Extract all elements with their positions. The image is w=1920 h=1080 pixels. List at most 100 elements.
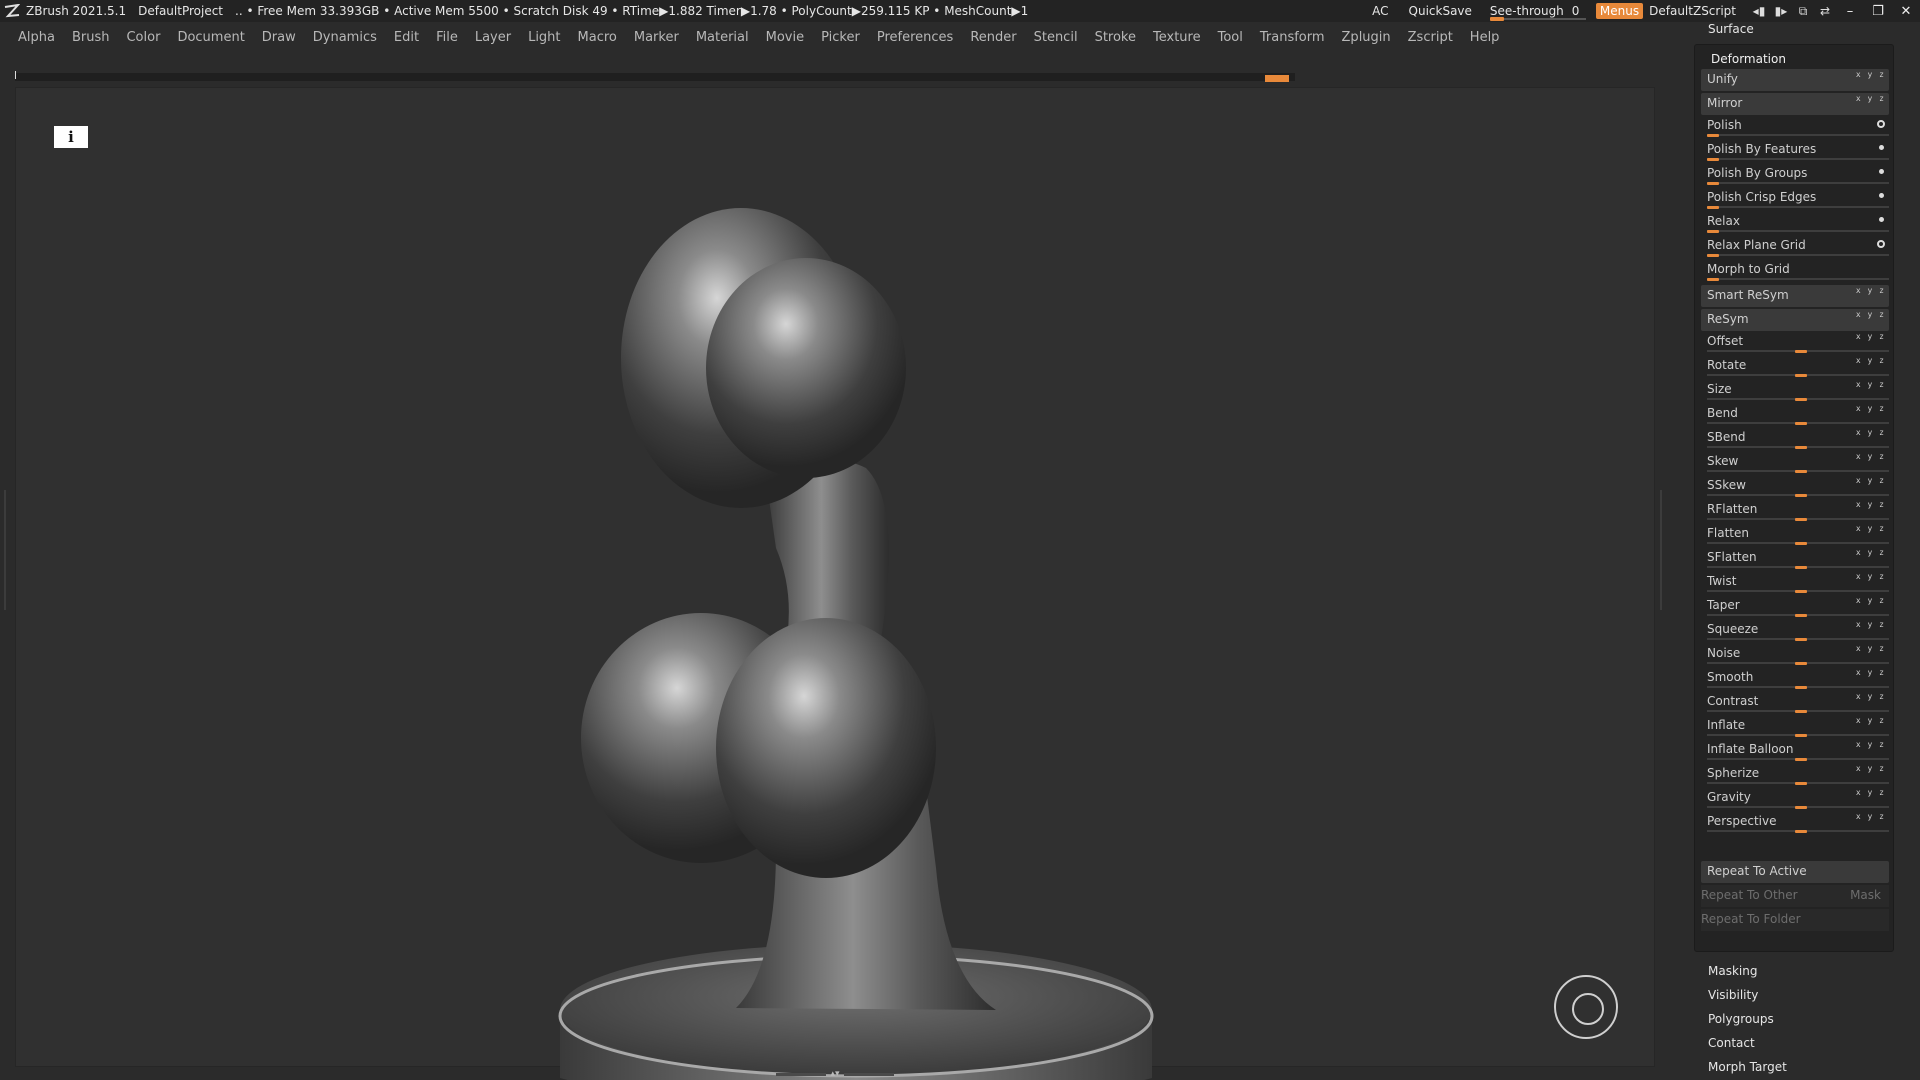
slider-rotate[interactable]: Rotate x y z [1701,355,1889,377]
toggle-relax[interactable]: Relax [1701,211,1889,233]
subpalette-polygroups[interactable]: Polygroups [1708,1012,1774,1026]
axis-toggle-xyz[interactable]: x y z [1856,764,1885,773]
slider-knob[interactable] [1795,494,1807,497]
subpalette-morph-target[interactable]: Morph Target [1708,1060,1787,1074]
slider-knob[interactable] [1795,470,1807,473]
dot-toggle-icon[interactable] [1879,193,1884,198]
slider-squeeze[interactable]: Squeeze x y z [1701,619,1889,641]
slider-knob[interactable] [1795,758,1807,761]
slider-knob[interactable] [1795,782,1807,785]
menu-brush[interactable]: Brush [72,30,110,45]
ac-label[interactable]: AC [1372,4,1388,18]
sculpt-model[interactable] [526,148,1186,1080]
slider-knob[interactable] [1795,566,1807,569]
slider-knob[interactable] [1795,662,1807,665]
toggle-polish-by-groups[interactable]: Polish By Groups [1701,163,1889,185]
axis-toggle-xyz[interactable]: x y z [1856,620,1885,629]
repeat-to-active-button[interactable]: Repeat To Active [1701,861,1889,883]
axis-toggle-xyz[interactable]: x y z [1856,812,1885,821]
timeline[interactable] [15,71,1295,82]
menu-zplugin[interactable]: Zplugin [1342,30,1391,45]
quicksave-button[interactable]: QuickSave [1409,4,1472,18]
menu-file[interactable]: File [436,30,458,45]
axis-toggle-xyz[interactable]: x y z [1856,596,1885,605]
slider-knob[interactable] [1795,686,1807,689]
menus-toggle-button[interactable]: Menus [1595,3,1644,19]
menu-picker[interactable]: Picker [821,30,860,45]
menu-color[interactable]: Color [126,30,160,45]
navigation-gizmo[interactable] [1554,975,1618,1039]
slider-skew[interactable]: Skew x y z [1701,451,1889,473]
slider-knob[interactable] [1795,398,1807,401]
minimize-icon[interactable]: – [1836,0,1864,22]
axis-toggle-xyz[interactable]: x y z [1856,668,1885,677]
resym-button[interactable]: ReSym x y z [1701,309,1889,331]
mask-button[interactable]: Mask [1850,888,1881,902]
axis-toggle-xyz[interactable]: x y z [1856,788,1885,797]
slider-bend[interactable]: Bend x y z [1701,403,1889,425]
slider-knob[interactable] [1795,830,1807,833]
slider-fill[interactable] [1707,134,1719,137]
slider-sbend[interactable]: SBend x y z [1701,427,1889,449]
mirror-button[interactable]: Mirror x y z [1701,93,1889,115]
menu-light[interactable]: Light [528,30,560,45]
repeat-to-other-button[interactable]: Repeat To Other Mask [1701,885,1889,907]
menu-stencil[interactable]: Stencil [1034,30,1078,45]
subpalette-masking[interactable]: Masking [1708,964,1757,978]
slider-rflatten[interactable]: RFlatten x y z [1701,499,1889,521]
axis-toggle-xyz[interactable]: x y z [1856,740,1885,749]
layout-swap-icon[interactable]: ⧉ [1792,0,1814,22]
axis-toggle-xyz[interactable]: x y z [1856,356,1885,365]
axis-toggle-xyz[interactable]: x y z [1856,476,1885,485]
layout-switch-icon[interactable]: ⇄ [1814,0,1836,22]
axis-toggle-xyz[interactable]: x y z [1856,716,1885,725]
deformation-header[interactable]: Deformation [1711,52,1786,66]
subpalette-contact[interactable]: Contact [1708,1036,1755,1050]
axis-toggle-xyz[interactable]: x y z [1856,404,1885,413]
slider-flatten[interactable]: Flatten x y z [1701,523,1889,545]
slider-spherize[interactable]: Spherize x y z [1701,763,1889,785]
toggle-relax-plane-grid[interactable]: Relax Plane Grid [1701,235,1889,257]
menu-dynamics[interactable]: Dynamics [313,30,377,45]
slider-knob[interactable] [1795,806,1807,809]
menu-zscript[interactable]: Zscript [1408,30,1453,45]
toggle-polish-crisp-edges[interactable]: Polish Crisp Edges [1701,187,1889,209]
slider-fill[interactable] [1707,278,1719,281]
default-zscript-button[interactable]: DefaultZScript [1649,4,1736,18]
slider-fill[interactable] [1707,206,1719,209]
menu-movie[interactable]: Movie [766,30,804,45]
menu-document[interactable]: Document [177,30,244,45]
menu-preferences[interactable]: Preferences [877,30,953,45]
right-tray-handle[interactable] [1660,490,1666,610]
slider-knob[interactable] [1795,446,1807,449]
slider-size[interactable]: Size x y z [1701,379,1889,401]
slider-knob[interactable] [1795,734,1807,737]
repeat-to-folder-button[interactable]: Repeat To Folder [1701,909,1889,931]
axis-toggle-xyz[interactable]: x y z [1856,644,1885,653]
surface-subpalette-header[interactable]: Surface [1708,22,1754,36]
axis-toggle-xyz[interactable]: x y z [1856,70,1885,79]
project-name[interactable]: DefaultProject [138,4,223,18]
dot-toggle-icon[interactable] [1879,145,1884,150]
slider-noise[interactable]: Noise x y z [1701,643,1889,665]
slider-inflate[interactable]: Inflate x y z [1701,715,1889,737]
subpalette-visibility[interactable]: Visibility [1708,988,1758,1002]
slider-offset[interactable]: Offset x y z [1701,331,1889,353]
slider-knob[interactable] [1795,710,1807,713]
axis-toggle-xyz[interactable]: x y z [1856,380,1885,389]
close-icon[interactable]: ✕ [1892,0,1920,22]
dot-toggle-icon[interactable] [1879,217,1884,222]
axis-toggle-xyz[interactable]: x y z [1856,452,1885,461]
layout-left-icon[interactable]: ◂▮ [1748,0,1770,22]
menu-edit[interactable]: Edit [394,30,419,45]
see-through-knob[interactable] [1489,17,1504,21]
slider-gravity[interactable]: Gravity x y z [1701,787,1889,809]
slider-perspective[interactable]: Perspective x y z [1701,811,1889,833]
menu-texture[interactable]: Texture [1153,30,1201,45]
slider-knob[interactable] [1795,422,1807,425]
circle-toggle-icon[interactable] [1877,240,1885,248]
slider-knob[interactable] [1795,350,1807,353]
menu-stroke[interactable]: Stroke [1095,30,1136,45]
slider-sflatten[interactable]: SFlatten x y z [1701,547,1889,569]
menu-layer[interactable]: Layer [475,30,511,45]
